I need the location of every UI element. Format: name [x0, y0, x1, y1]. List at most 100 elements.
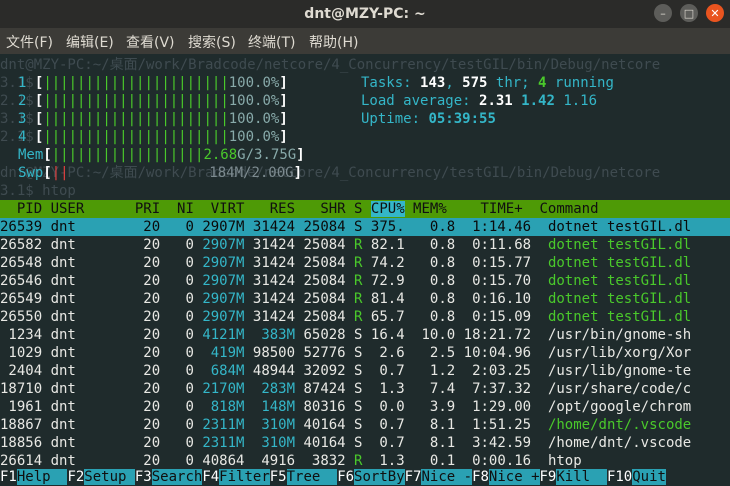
col-shr[interactable]: SHR	[303, 201, 354, 217]
cell-time: 10:04.96	[463, 345, 548, 361]
cell-virt: 419M	[202, 345, 253, 361]
cell-user: dnt	[50, 291, 127, 307]
table-row[interactable]: 26582 dnt 20 0 2907M 31424 25084 R 82.1 …	[0, 236, 730, 254]
cell-command: dotnet testGIL.dl	[547, 291, 692, 307]
fkey-label[interactable]: Nice -	[421, 469, 473, 485]
cell-ni: 0	[168, 417, 203, 433]
swap-meter: Swp[|| 184M/2.00G]	[18, 165, 303, 181]
table-row[interactable]: 26546 dnt 20 0 2907M 31424 25084 R 72.9 …	[0, 272, 730, 290]
col-res[interactable]: RES	[253, 201, 304, 217]
col-command[interactable]: Command	[540, 201, 599, 217]
col-pri[interactable]: PRI	[126, 201, 168, 217]
col-cpu[interactable]: CPU%	[370, 201, 405, 217]
col-mem[interactable]: MEM%	[405, 201, 464, 217]
cell-state: R	[354, 237, 371, 253]
col-virt[interactable]: VIRT	[202, 201, 253, 217]
cell-shr: 25084	[303, 291, 355, 307]
menu-view[interactable]: 查看(V)	[126, 32, 175, 52]
cell-mem: 8.1	[413, 435, 464, 451]
cell-res: 48944	[252, 363, 304, 379]
cell-res: 4916	[252, 453, 304, 469]
fkey-label[interactable]: Tree	[286, 469, 338, 485]
cell-cpu: 2.6	[370, 345, 414, 361]
cell-user: dnt	[50, 273, 127, 289]
cell-mem: 10.0	[413, 327, 464, 343]
fkey-label[interactable]: SortBy	[354, 469, 405, 485]
menu-terminal[interactable]: 终端(T)	[248, 32, 295, 52]
cell-shr: 3832	[303, 453, 355, 469]
col-state[interactable]: S	[354, 201, 371, 217]
cell-mem: 7.4	[413, 381, 464, 397]
menu-edit[interactable]: 编辑(E)	[66, 32, 114, 52]
cell-cpu: 74.2	[370, 255, 414, 271]
table-row[interactable]: 26539 dnt 20 0 2907M 31424 25084 S 375. …	[0, 218, 730, 236]
cell-pid: 18710	[0, 381, 51, 397]
cell-state: S	[354, 399, 371, 415]
menu-file[interactable]: 文件(F)	[6, 32, 53, 52]
table-row[interactable]: 18856 dnt 20 0 2311M 310M 40164 S 0.7 8.…	[0, 434, 730, 452]
cell-virt: 818M	[202, 399, 253, 415]
table-row[interactable]: 18710 dnt 20 0 2170M 283M 87424 S 1.3 7.…	[0, 380, 730, 398]
cell-res: 31424	[252, 219, 304, 235]
table-row[interactable]: 18867 dnt 20 0 2311M 310M 40164 S 0.7 8.…	[0, 416, 730, 434]
menu-help[interactable]: 帮助(H)	[309, 32, 358, 52]
col-pid[interactable]: PID	[0, 201, 51, 217]
cell-pid: 18856	[0, 435, 51, 451]
fkey-label[interactable]: Kill	[556, 469, 607, 485]
fkey-f7[interactable]: F7	[404, 469, 422, 485]
maximize-button[interactable]: □	[680, 4, 698, 22]
fkey-f9[interactable]: F9	[539, 469, 557, 485]
cell-time: 18:21.72	[463, 327, 548, 343]
fkey-f10[interactable]: F10	[606, 469, 633, 485]
table-row[interactable]: 26549 dnt 20 0 2907M 31424 25084 R 81.4 …	[0, 290, 730, 308]
cell-pri: 20	[126, 327, 169, 343]
fkey-f6[interactable]: F6	[337, 469, 355, 485]
fkey-f3[interactable]: F3	[134, 469, 152, 485]
fkey-f5[interactable]: F5	[269, 469, 287, 485]
fkey-label[interactable]: Search	[151, 469, 203, 485]
close-button[interactable]: ✕	[706, 4, 724, 22]
cell-virt: 2907M	[202, 219, 253, 235]
fkey-f1[interactable]: F1	[0, 469, 17, 485]
cell-shr: 32092	[303, 363, 355, 379]
cell-pid: 2404	[0, 363, 51, 379]
cell-ni: 0	[168, 345, 203, 361]
col-ni[interactable]: NI	[169, 201, 203, 217]
cell-pid: 1029	[0, 345, 51, 361]
fkey-label[interactable]: Quit	[632, 469, 666, 485]
minimize-button[interactable]: –	[654, 4, 672, 22]
ghost-line: dnt@MZY-PC:~/桌面/work/Bradcode/netcore/4_…	[0, 57, 661, 73]
cell-pri: 20	[126, 273, 169, 289]
cell-pri: 20	[126, 363, 169, 379]
fkey-f8[interactable]: F8	[472, 469, 489, 485]
cell-cpu: 1.3	[370, 381, 414, 397]
fkey-f2[interactable]: F2	[67, 469, 85, 485]
cell-state: S	[354, 327, 371, 343]
cell-cpu: 0.0	[370, 399, 414, 415]
table-row[interactable]: 26550 dnt 20 0 2907M 31424 25084 R 65.7 …	[0, 308, 730, 326]
fkey-label[interactable]: Setup	[84, 469, 135, 485]
cell-shr: 25084	[303, 219, 355, 235]
col-time[interactable]: TIME+	[464, 201, 540, 217]
menu-search[interactable]: 搜索(S)	[188, 32, 236, 52]
table-row[interactable]: 1234 dnt 20 0 4121M 383M 65028 S 16.4 10…	[0, 326, 730, 344]
terminal-area[interactable]: dnt@MZY-PC:~/桌面/work/Bradcode/netcore/4_…	[0, 54, 730, 486]
cell-pid: 26614	[0, 453, 51, 469]
col-user[interactable]: USER	[51, 201, 127, 217]
cell-mem: 0.8	[413, 255, 464, 271]
cell-pri: 20	[126, 417, 169, 433]
table-row[interactable]: 1029 dnt 20 0 419M 98500 52776 S 2.6 2.5…	[0, 344, 730, 362]
fkey-label[interactable]: Filter	[219, 469, 270, 485]
cell-command: dotnet testGIL.dl	[547, 219, 692, 235]
fkey-label[interactable]: Help	[16, 469, 68, 485]
cell-mem: 8.1	[413, 417, 464, 433]
table-row[interactable]: 2404 dnt 20 0 684M 48944 32092 S 0.7 1.2…	[0, 362, 730, 380]
fkey-f4[interactable]: F4	[202, 469, 220, 485]
mem-meter: Mem[||||||||||||||||||2.68G/3.75G]	[18, 147, 305, 163]
fkey-label[interactable]: Nice +	[488, 469, 540, 485]
cell-user: dnt	[50, 345, 127, 361]
cell-user: dnt	[50, 237, 127, 253]
table-row[interactable]: 1961 dnt 20 0 818M 148M 80316 S 0.0 3.9 …	[0, 398, 730, 416]
table-header[interactable]: PID USER PRI NI VIRT RES SHR S CPU% MEM%…	[0, 200, 730, 218]
table-row[interactable]: 26548 dnt 20 0 2907M 31424 25084 R 74.2 …	[0, 254, 730, 272]
